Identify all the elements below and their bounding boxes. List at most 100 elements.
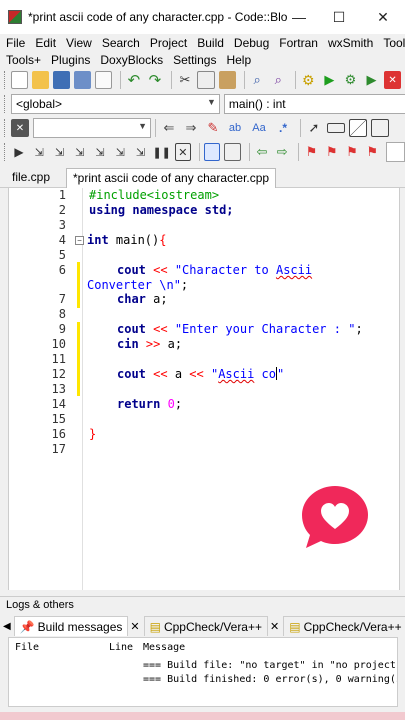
- run-icon[interactable]: ▶: [321, 71, 338, 89]
- heart-icon[interactable]: [300, 484, 370, 550]
- brace-token: {: [159, 233, 167, 247]
- line-number: 14: [51, 397, 66, 411]
- pause-icon[interactable]: ❚❚: [152, 143, 170, 161]
- close-tab-icon[interactable]: ✕: [130, 620, 139, 633]
- menu-plugins[interactable]: Plugins: [51, 53, 90, 67]
- search-input[interactable]: ▼: [33, 118, 151, 138]
- find-next-icon[interactable]: ⇒: [182, 119, 200, 137]
- minimize-button[interactable]: —: [288, 6, 310, 28]
- menu-view[interactable]: View: [66, 36, 92, 50]
- string-token: Ascii: [275, 263, 313, 277]
- copy-icon[interactable]: [197, 71, 215, 89]
- run-to-cursor-icon[interactable]: ⇲: [31, 143, 47, 161]
- various-info-icon[interactable]: [224, 143, 241, 161]
- toggle-bookmark-icon[interactable]: ⚑: [303, 143, 319, 161]
- step-out-icon[interactable]: ⇲: [92, 143, 108, 161]
- regex-icon[interactable]: .*: [274, 119, 292, 137]
- debug-combo[interactable]: [386, 142, 405, 162]
- save-icon[interactable]: [53, 71, 71, 89]
- global-scope-select[interactable]: <global> ▼: [10, 94, 220, 114]
- fold-toggle-icon[interactable]: −: [75, 236, 84, 245]
- abort-icon[interactable]: ✕: [383, 71, 402, 89]
- cut-icon[interactable]: ✂: [176, 71, 193, 89]
- step-into-icon[interactable]: ⇲: [72, 143, 88, 161]
- column-header-file: File: [15, 642, 40, 653]
- tab-build-messages[interactable]: 📌 Build messages: [13, 616, 129, 636]
- tab-file-cpp[interactable]: file.cpp: [6, 168, 56, 188]
- function-scope-select[interactable]: main() : int: [223, 94, 405, 114]
- build-icon[interactable]: ⚙: [342, 71, 359, 89]
- undo-icon[interactable]: ↶: [125, 71, 142, 89]
- debug-run-icon[interactable]: ▶: [11, 143, 27, 161]
- block-icon[interactable]: [371, 119, 389, 137]
- menu-tools-plus[interactable]: Tools+: [6, 53, 41, 67]
- menu-debug[interactable]: Debug: [234, 36, 269, 50]
- redo-icon[interactable]: ↷: [146, 71, 163, 89]
- menu-edit[interactable]: Edit: [35, 36, 56, 50]
- menu-project[interactable]: Project: [150, 36, 187, 50]
- next-instruction-icon[interactable]: ⇲: [112, 143, 128, 161]
- next-bookmark-icon[interactable]: ⚑: [344, 143, 360, 161]
- save-all-icon[interactable]: [74, 71, 92, 89]
- clear-search-icon[interactable]: ✕: [11, 119, 29, 137]
- replace-icon[interactable]: ⌕: [270, 71, 287, 89]
- close-file-icon[interactable]: [95, 71, 113, 89]
- open-folder-icon[interactable]: [32, 71, 50, 89]
- scope-toolbar: <global> ▼ main() : int: [0, 92, 405, 116]
- step-instruction-icon[interactable]: ⇲: [132, 143, 148, 161]
- identifier-token: a: [174, 367, 183, 381]
- line-number: 8: [58, 307, 66, 321]
- global-scope-value: <global>: [15, 97, 63, 111]
- logs-tabs: ◀ 📌 Build messages ✕ ▤ CppCheck/Vera++ ✕…: [0, 615, 405, 637]
- tab-cppcheck[interactable]: ▤ CppCheck/Vera++: [143, 616, 268, 636]
- new-file-icon[interactable]: [10, 71, 29, 89]
- line-number: 4: [58, 233, 66, 247]
- log-message: === Build finished: 0 error(s), 0 warnin…: [143, 674, 398, 685]
- menu-doxyblocks[interactable]: DoxyBlocks: [100, 53, 163, 67]
- toolbar-separator: [120, 71, 122, 89]
- menu-file[interactable]: File: [6, 36, 25, 50]
- line-number: 7: [58, 292, 66, 306]
- menu-tools[interactable]: Tools: [383, 36, 405, 50]
- jump-forward-icon[interactable]: ⇨: [274, 143, 290, 161]
- menu-fortran[interactable]: Fortran: [279, 36, 318, 50]
- column-header-message: Message: [143, 642, 186, 653]
- stop-icon[interactable]: ✕: [174, 143, 192, 161]
- find-icon[interactable]: ⌕: [249, 71, 266, 89]
- prev-bookmark-icon[interactable]: ⚑: [324, 143, 340, 161]
- line-number: 13: [51, 382, 66, 396]
- code-line-1: #include<iostream>: [89, 188, 219, 202]
- close-button[interactable]: ✕: [372, 6, 394, 28]
- settings-icon[interactable]: ⚙: [300, 71, 317, 89]
- decision-icon[interactable]: [349, 119, 367, 137]
- tab-print-ascii[interactable]: *print ascii code of any character.cpp: [66, 168, 277, 188]
- selected-text-icon[interactable]: ab: [226, 119, 244, 137]
- clear-bookmarks-icon[interactable]: ⚑: [364, 143, 380, 161]
- column-header-line: Line: [109, 642, 134, 653]
- menu-help[interactable]: Help: [226, 53, 251, 67]
- paste-icon[interactable]: [218, 71, 236, 89]
- build-run-icon[interactable]: ▶: [363, 71, 380, 89]
- code-line-14: return 0;: [117, 397, 182, 411]
- chevron-left-icon[interactable]: ◀: [3, 621, 11, 632]
- next-line-icon[interactable]: ⇲: [51, 143, 67, 161]
- rectangle-icon[interactable]: [327, 123, 345, 133]
- menu-wxsmith[interactable]: wxSmith: [328, 36, 373, 50]
- debug-windows-icon[interactable]: [204, 143, 221, 161]
- toolbar-separator: [300, 119, 301, 137]
- menu-settings[interactable]: Settings: [173, 53, 216, 67]
- menu-build[interactable]: Build: [197, 36, 224, 50]
- highlight-icon[interactable]: ✎: [204, 119, 222, 137]
- find-previous-icon[interactable]: ⇐: [160, 119, 178, 137]
- code-line-9: cout << "Enter your Character : ";: [117, 322, 363, 336]
- tab-cppcheck-2[interactable]: ▤ CppCheck/Vera++: [283, 616, 405, 636]
- maximize-button[interactable]: ☐: [328, 6, 350, 28]
- string-token: Ascii: [218, 367, 255, 381]
- close-tab-icon[interactable]: ✕: [270, 620, 279, 633]
- menu-search[interactable]: Search: [102, 36, 140, 50]
- operator-token: <<: [145, 322, 175, 336]
- match-case-icon[interactable]: Aa: [248, 119, 270, 137]
- pointer-icon[interactable]: ➚: [305, 119, 323, 137]
- search-toolbar: ✕ ▼ ⇐ ⇒ ✎ ab Aa .* ➚: [0, 116, 405, 140]
- jump-back-icon[interactable]: ⇦: [254, 143, 270, 161]
